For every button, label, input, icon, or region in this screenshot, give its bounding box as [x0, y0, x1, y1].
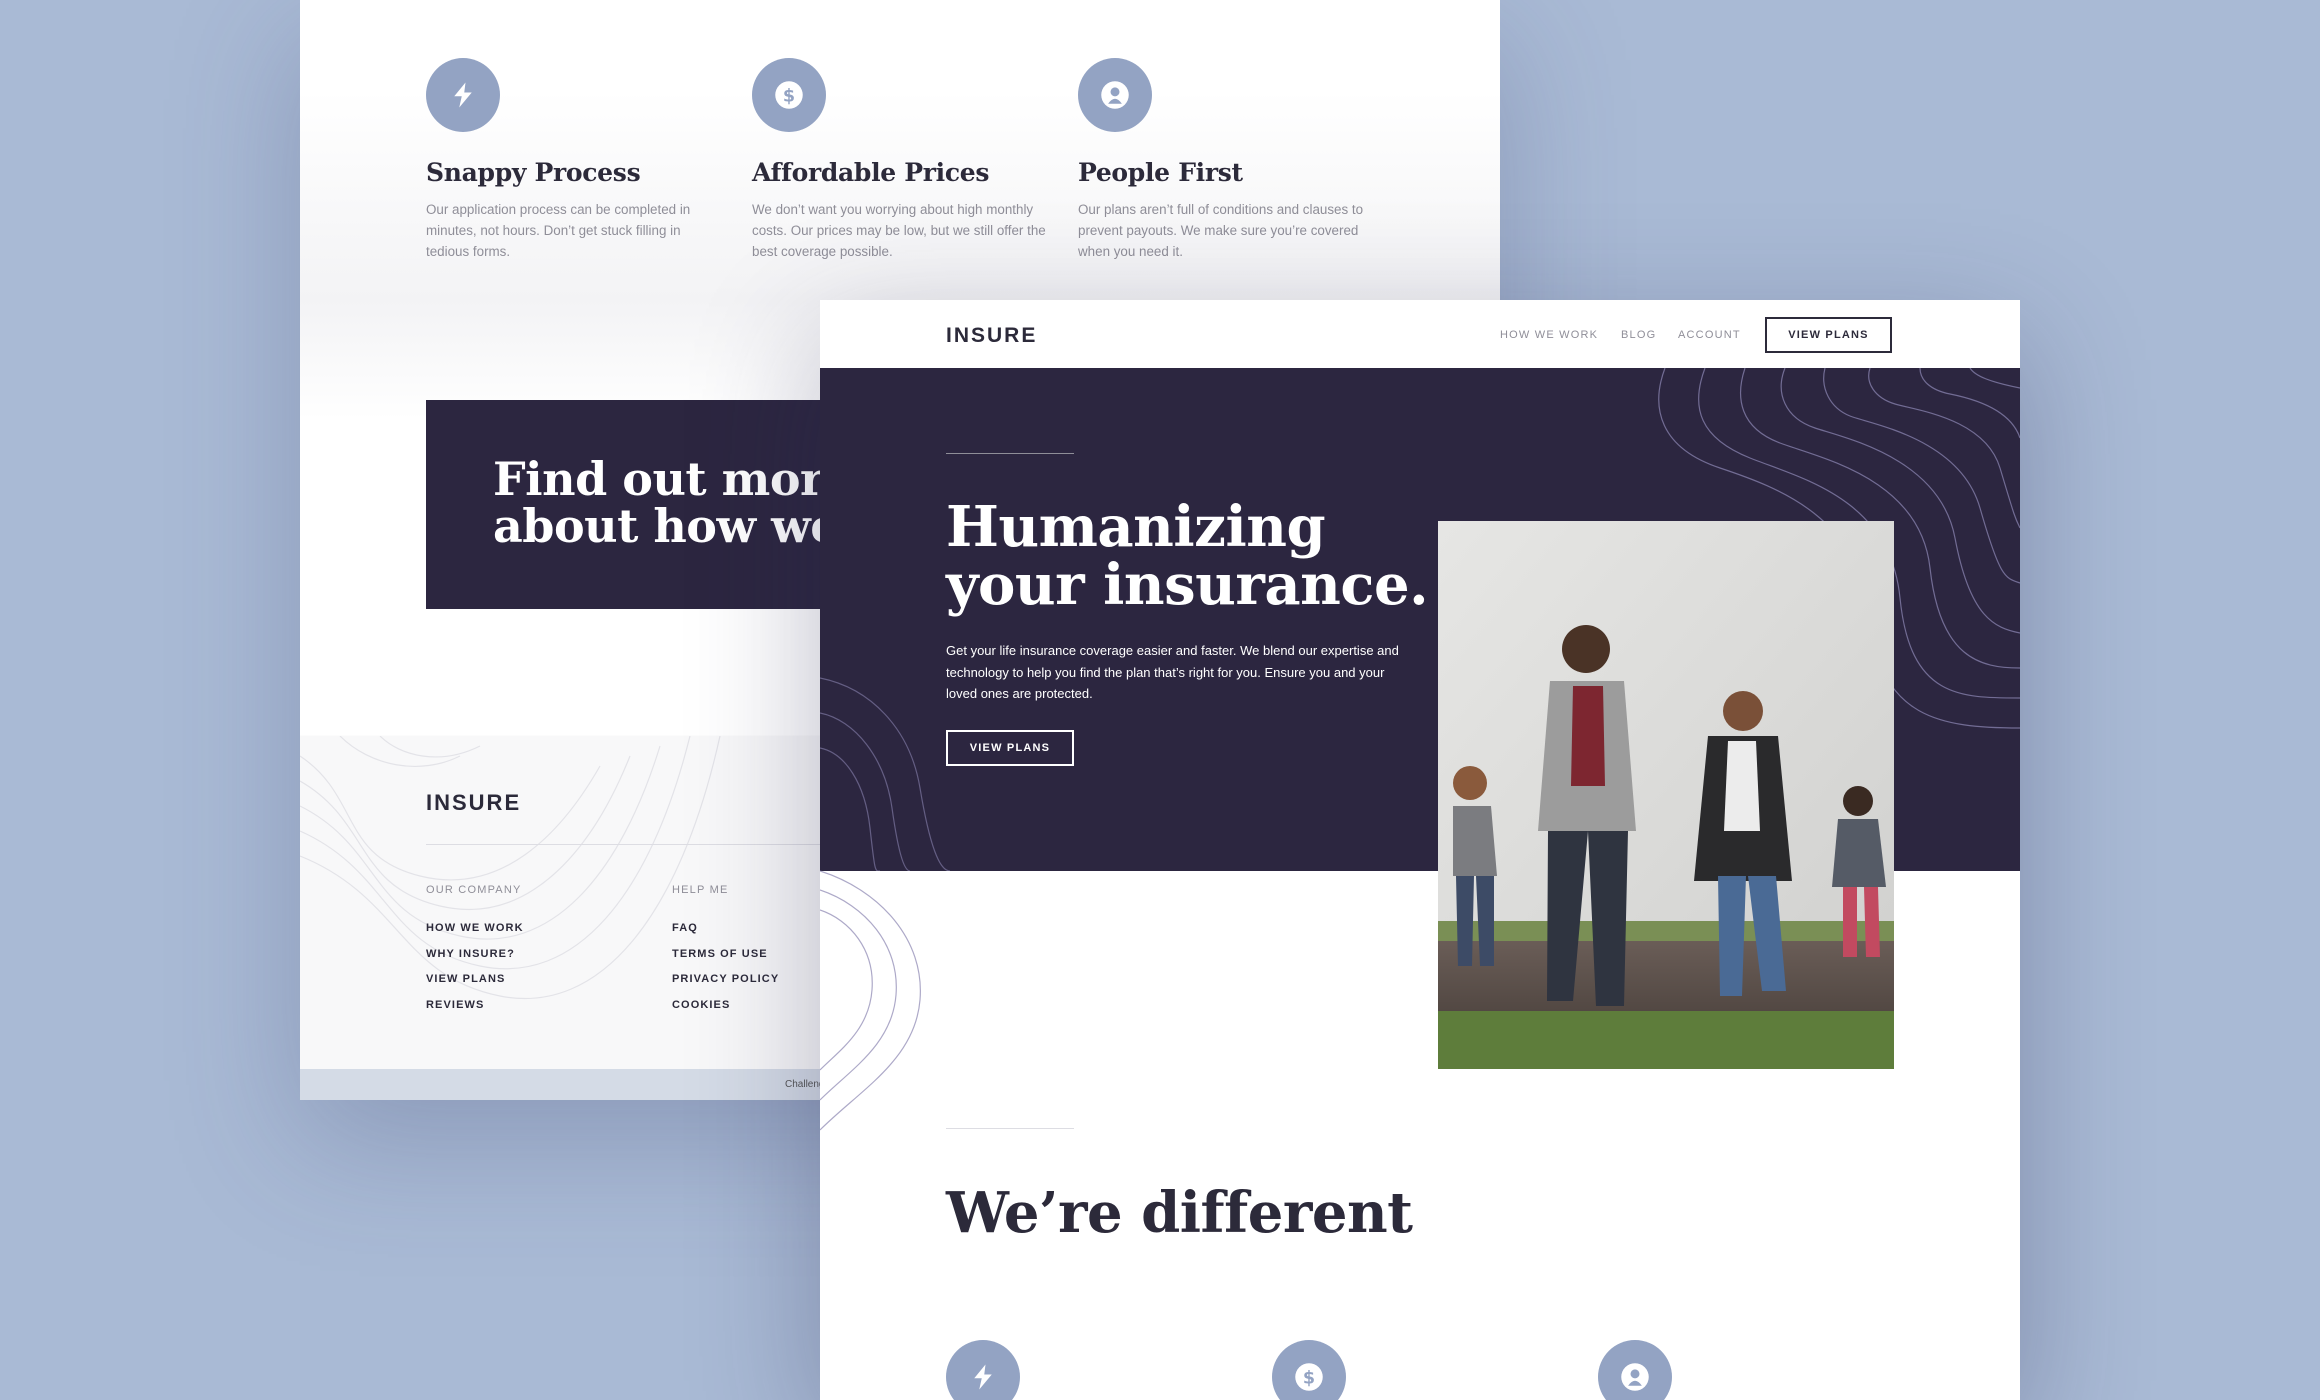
hero-title: Humanizing your insurance. [946, 494, 1429, 618]
feature-people-first: People First Our plans aren’t full of co… [1078, 58, 1378, 262]
footer-link-cookies[interactable]: COOKIES [672, 999, 779, 1025]
hero-divider [946, 453, 1074, 454]
footer-link-terms[interactable]: TERMS OF USE [672, 948, 779, 974]
view-plans-button[interactable]: VIEW PLANS [1765, 317, 1892, 353]
feature-snappy-process: Snappy Process Our application process c… [426, 58, 726, 262]
dollar-icon: $ [1272, 1340, 1346, 1400]
top-navigation: INSURE HOW WE WORK BLOG ACCOUNT VIEW PLA… [820, 300, 2020, 368]
footer-link-privacy[interactable]: PRIVACY POLICY [672, 973, 779, 999]
footer-column-company: OUR COMPANY HOW WE WORK WHY INSURE? VIEW… [426, 884, 524, 1024]
feature-text: Our application process can be completed… [426, 202, 691, 259]
person-icon [1598, 1340, 1672, 1400]
column-heading: HELP ME [672, 884, 729, 896]
svg-text:$: $ [783, 86, 795, 106]
family-walking-photo [1438, 521, 1894, 1069]
lightning-icon [946, 1340, 1020, 1400]
attribution-text: Challeng [785, 1079, 825, 1090]
footer-link-reviews[interactable]: REVIEWS [426, 999, 524, 1025]
column-heading: OUR COMPANY [426, 884, 522, 896]
person-icon [1078, 58, 1152, 132]
feature-text: We don’t want you worrying about high mo… [752, 202, 1046, 259]
feature-text: Our plans aren’t full of conditions and … [1078, 202, 1364, 259]
logo[interactable]: INSURE [946, 324, 1037, 348]
nav-link-blog[interactable]: BLOG [1621, 329, 1656, 341]
footer-link-how-we-work[interactable]: HOW WE WORK [426, 922, 524, 948]
footer-link-faq[interactable]: FAQ [672, 922, 779, 948]
section-divider [946, 1128, 1074, 1129]
feature-title: People First [1078, 158, 1243, 187]
section-title: We’re different [946, 1180, 1413, 1246]
hero-section: Humanizing your insurance. Get your life… [820, 368, 2020, 1069]
feature-title: Snappy Process [426, 158, 641, 187]
feature-title: Affordable Prices [752, 158, 990, 187]
dollar-icon: $ [752, 58, 826, 132]
feature-affordable-prices: $ Affordable Prices We don’t want you wo… [752, 58, 1052, 262]
svg-text:$: $ [1303, 1368, 1315, 1388]
nav-link-how-we-work[interactable]: HOW WE WORK [1500, 329, 1598, 341]
footer-column-help: HELP ME FAQ TERMS OF USE PRIVACY POLICY … [672, 884, 779, 1024]
front-page-preview: INSURE HOW WE WORK BLOG ACCOUNT VIEW PLA… [820, 300, 2020, 1400]
footer-link-why-insure[interactable]: WHY INSURE? [426, 948, 524, 974]
hero-view-plans-button[interactable]: VIEW PLANS [946, 730, 1074, 766]
lightning-icon [426, 58, 500, 132]
footer-link-view-plans[interactable]: VIEW PLANS [426, 973, 524, 999]
hero-description: Get your life insurance coverage easier … [946, 643, 1399, 701]
footer-logo[interactable]: INSURE [426, 790, 521, 816]
nav-link-account[interactable]: ACCOUNT [1678, 329, 1741, 341]
